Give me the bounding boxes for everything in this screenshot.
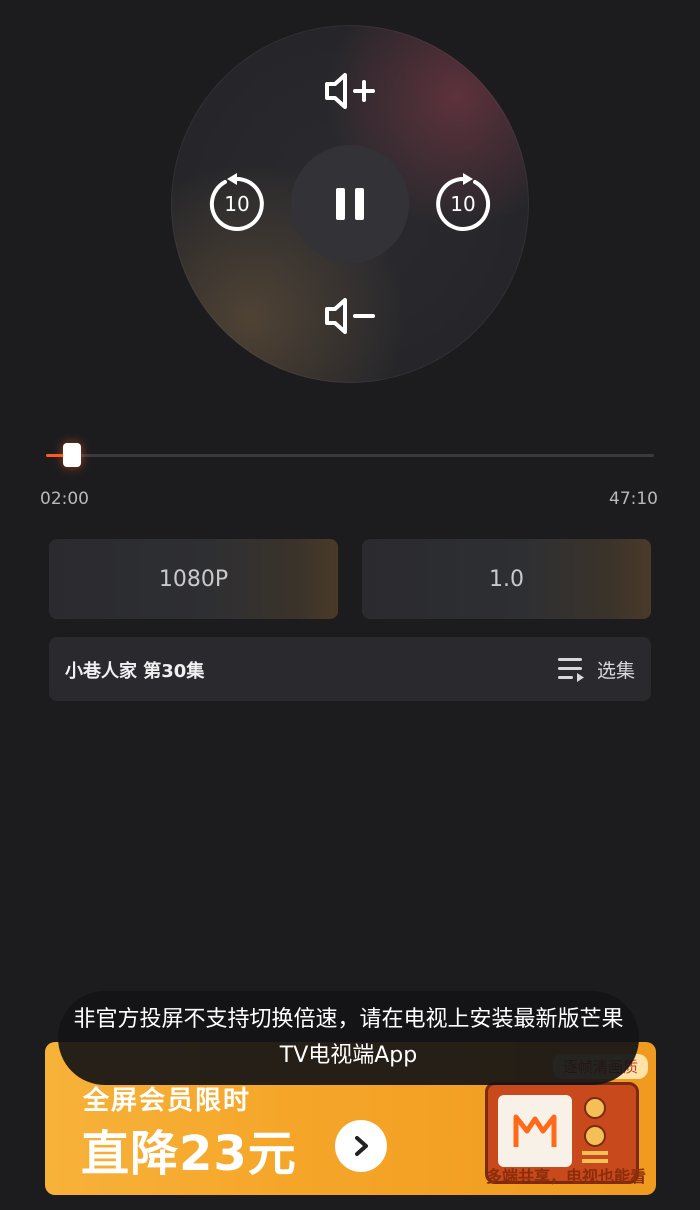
volume-up-button[interactable] <box>318 65 380 117</box>
pause-button[interactable] <box>291 145 409 263</box>
mango-logo <box>498 1095 572 1167</box>
current-time: 02:00 <box>40 489 89 509</box>
tv-knob <box>584 1097 606 1119</box>
episode-row[interactable]: 小巷人家 第30集 选集 <box>49 637 651 701</box>
volume-down-icon <box>325 298 375 334</box>
total-time: 47:10 <box>609 489 658 509</box>
episode-select-button[interactable]: 选集 <box>557 651 635 687</box>
promo-subtitle: 全屏会员限时 <box>83 1086 252 1116</box>
progress-track[interactable] <box>46 454 654 457</box>
promo-slogan: 多端共享，电视也能看 <box>485 1167 646 1186</box>
pause-icon <box>336 188 364 220</box>
speed-button[interactable]: 1.0 <box>362 539 651 619</box>
cast-remote-screen: 10 10 02:00 47:10 1080P 1.0 小巷人家 第30集 选集… <box>0 0 700 1210</box>
playlist-icon <box>557 658 584 682</box>
resolution-button[interactable]: 1080P <box>49 539 338 619</box>
promo-arrow-button[interactable] <box>335 1120 387 1172</box>
promo-headline: 直降23元 <box>81 1126 297 1182</box>
toast-text: 非官方投屏不支持切换倍速，请在电视上安装最新版芒果TV电视端App <box>73 1007 624 1068</box>
volume-down-button[interactable] <box>318 290 380 342</box>
chevron-right-icon <box>355 1136 368 1156</box>
episode-select-label: 选集 <box>596 659 635 682</box>
rewind-10-button[interactable]: 10 <box>205 172 269 236</box>
forward-seconds: 10 <box>450 192 476 216</box>
episode-title: 小巷人家 第30集 <box>65 661 205 682</box>
rewind-seconds: 10 <box>224 192 250 216</box>
tv-vent <box>582 1151 608 1155</box>
volume-up-icon <box>325 73 375 109</box>
progress-thumb[interactable] <box>62 443 81 467</box>
forward-10-button[interactable]: 10 <box>431 172 495 236</box>
toast-message: 非官方投屏不支持切换倍速，请在电视上安装最新版芒果TV电视端App <box>58 991 639 1085</box>
tv-knob <box>584 1125 606 1147</box>
